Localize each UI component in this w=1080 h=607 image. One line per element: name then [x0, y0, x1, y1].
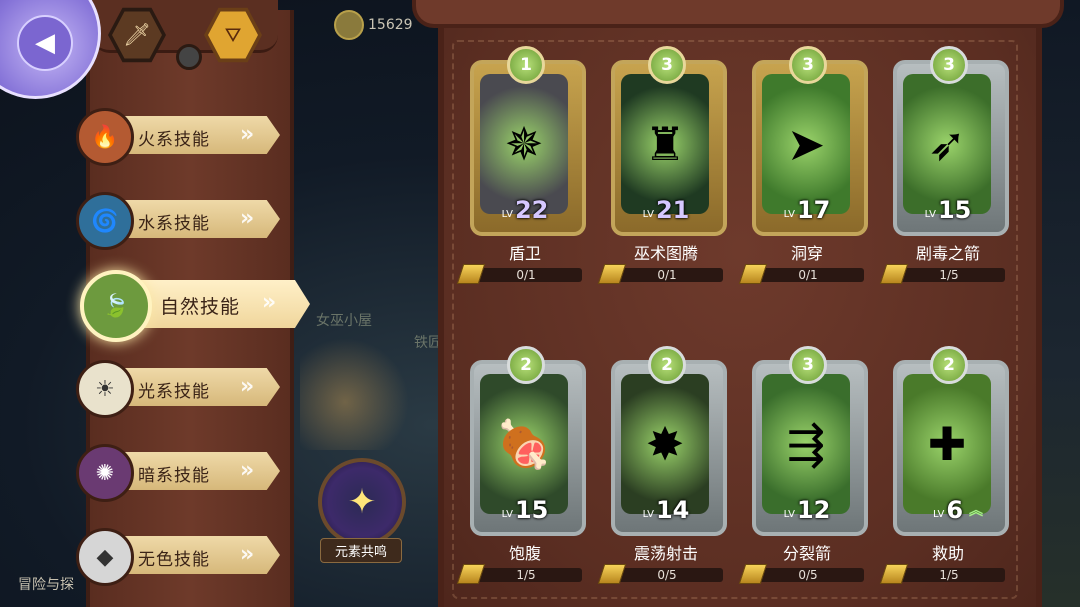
rank-gem: 3	[930, 46, 968, 84]
nature-element-icon: 🍃	[80, 270, 152, 342]
category-label: 光系技能	[138, 382, 210, 402]
skill-fragment-progress: 0/1	[456, 264, 582, 284]
skill-level: LV 12	[783, 496, 831, 524]
chevron-right-icon: »	[240, 206, 255, 231]
rank-gem: 1	[507, 46, 545, 84]
shield-spin-icon: ✵	[480, 74, 568, 214]
element-resonance-button[interactable]: ✦ 元素共鸣	[316, 458, 406, 563]
chevron-right-icon: »	[240, 542, 255, 567]
neutral-element-icon: ◆	[76, 528, 134, 586]
poison-arrow-icon: ➶	[903, 74, 991, 214]
skill-card[interactable]: ✚ 2 LV 6 ︽ 救助 1/5	[879, 340, 1009, 600]
category-light-button[interactable]: ☀ 光系技能 »	[76, 360, 281, 418]
skill-level: LV 17	[783, 196, 831, 224]
skill-card[interactable]: ➶ 3 LV 15 剧毒之箭 1/5	[879, 40, 1009, 300]
rank-gem: 3	[648, 46, 686, 84]
coin-icon	[334, 10, 364, 40]
skill-level: LV 15	[501, 496, 549, 524]
panel-header	[412, 0, 1064, 28]
rank-gem: 3	[789, 346, 827, 384]
rank-gem: 2	[930, 346, 968, 384]
totem-icon: ♜	[621, 74, 709, 214]
resonance-label: 元素共鸣	[320, 538, 402, 563]
category-dark-button[interactable]: ✺ 暗系技能 »	[76, 444, 281, 502]
heal-heart-icon: ✚	[903, 374, 991, 514]
chevron-right-icon: »	[262, 290, 277, 315]
shock-shot-icon: ✸	[621, 374, 709, 514]
currency-value: 15629	[368, 17, 413, 33]
skill-name: 震荡射击	[633, 544, 698, 563]
skill-fragment-progress: 1/5	[879, 264, 1005, 284]
tab-separator-dot	[176, 44, 202, 70]
chevron-right-icon: »	[240, 374, 255, 399]
light-element-icon: ☀	[76, 360, 134, 418]
category-label: 暗系技能	[138, 466, 210, 486]
skill-card[interactable]: ✸ 2 LV 14 震荡射击 0/5	[597, 340, 727, 600]
skill-name: 洞穿	[790, 244, 823, 263]
category-label: 火系技能	[138, 130, 210, 150]
split-arrow-icon: ⇶	[762, 374, 850, 514]
skill-card[interactable]: ⇶ 3 LV 12 分裂箭 0/5	[738, 340, 868, 600]
upgrade-arrow-icon: ︽	[969, 503, 983, 519]
skill-level: LV 21	[642, 196, 690, 224]
category-neutral-button[interactable]: ◆ 无色技能 »	[76, 528, 281, 586]
category-label: 无色技能	[138, 550, 210, 570]
skill-card[interactable]: ✵ 1 LV 22 盾卫 0/1	[456, 40, 586, 300]
skill-name: 饱腹	[508, 544, 541, 563]
water-element-icon: 🌀	[76, 192, 134, 250]
skill-level: LV 15	[924, 196, 972, 224]
skill-name: 盾卫	[508, 244, 541, 263]
rank-gem: 3	[789, 46, 827, 84]
meat-icon: 🍖	[480, 374, 568, 514]
element-icon: ⛛	[224, 23, 242, 47]
map-label-house: 女巫小屋	[316, 313, 372, 329]
skill-card[interactable]: 🍖 2 LV 15 饱腹 1/5	[456, 340, 586, 600]
skill-name: 巫术图腾	[633, 244, 698, 263]
currency-display: 15629	[334, 10, 413, 40]
category-fire-button[interactable]: 🔥 火系技能 »	[76, 108, 281, 166]
skill-fragment-progress: 1/5	[879, 564, 1005, 584]
skill-fragment-progress: 0/1	[597, 264, 723, 284]
fire-element-icon: 🔥	[76, 108, 134, 166]
dark-element-icon: ✺	[76, 444, 134, 502]
skill-card[interactable]: ♜ 3 LV 21 巫术图腾 0/1	[597, 40, 727, 300]
category-label: 水系技能	[138, 214, 210, 234]
rank-gem: 2	[507, 346, 545, 384]
skill-fragment-progress: 0/1	[738, 264, 864, 284]
skill-card[interactable]: ➤ 3 LV 17 洞穿 0/1	[738, 40, 868, 300]
map-label-adventure: 冒险与探	[18, 577, 74, 593]
rank-gem: 2	[648, 346, 686, 384]
skill-name: 分裂箭	[782, 544, 831, 563]
chevron-right-icon: »	[240, 122, 255, 147]
pierce-arrow-icon: ➤	[762, 74, 850, 214]
skill-name: 救助	[931, 544, 964, 563]
category-nature-button[interactable]: 🍃 自然技能 »	[76, 270, 316, 342]
skill-level: LV 22	[501, 196, 549, 224]
skill-name: 剧毒之箭	[915, 244, 980, 263]
skill-fragment-progress: 0/5	[597, 564, 723, 584]
chevron-right-icon: »	[240, 458, 255, 483]
back-arrow-icon: ◀	[17, 15, 73, 71]
skill-fragment-progress: 1/5	[456, 564, 582, 584]
category-label: 自然技能	[160, 296, 241, 318]
resonance-star-icon: ✦	[318, 458, 406, 546]
skill-fragment-progress: 0/5	[738, 564, 864, 584]
sword-icon: 🗡	[123, 22, 151, 48]
skill-level: LV 14	[642, 496, 690, 524]
category-water-button[interactable]: 🌀 水系技能 »	[76, 192, 281, 250]
